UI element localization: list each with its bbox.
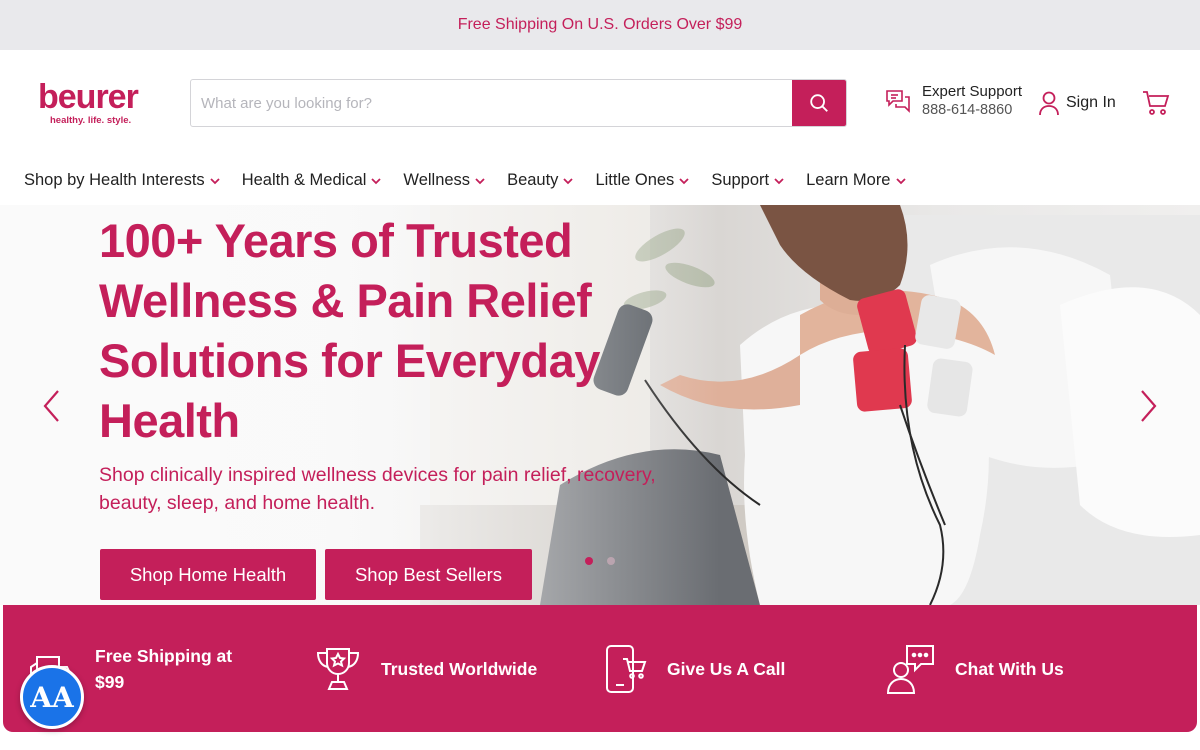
nav-item-label: Health & Medical: [241, 170, 367, 189]
nav-item-label: Beauty: [507, 170, 559, 189]
nav-item-label: Learn More: [806, 170, 891, 189]
hero-title: 100+ Years of Trusted Wellness & Pain Re…: [99, 214, 600, 447]
carousel-dot-2[interactable]: [607, 557, 615, 565]
chevron-left-icon: [43, 390, 59, 422]
chat-person-icon: [886, 644, 934, 694]
search-icon: [810, 94, 828, 112]
cart-button[interactable]: [1142, 90, 1170, 121]
user-icon: [1039, 91, 1059, 116]
sign-in-link[interactable]: Sign In: [1038, 90, 1116, 116]
chat-bubbles-icon: [886, 90, 910, 113]
logo-tagline: healthy. life. style.: [50, 115, 132, 126]
feature-text: Give Us A Call: [667, 658, 786, 679]
phone-cart-icon: [606, 644, 647, 693]
shop-home-health-button[interactable]: Shop Home Health: [100, 549, 316, 600]
chevron-down-icon: [563, 177, 574, 184]
nav-item-health-medical[interactable]: Health & Medical: [242, 171, 382, 190]
hero-subtitle: Shop clinically inspired wellness device…: [99, 464, 656, 514]
chevron-down-icon: [774, 177, 784, 184]
feature-text: Trusted Worldwide: [381, 658, 538, 679]
chevron-down-icon: [679, 177, 689, 184]
nav-item-label: Shop by Health Interests: [24, 170, 205, 189]
accessibility-widget-button[interactable]: AA: [20, 665, 84, 729]
nav-item-beauty[interactable]: Beauty: [507, 170, 574, 190]
accessibility-label: AA: [30, 680, 74, 714]
carousel-dots: [585, 557, 615, 565]
shop-best-sellers-button[interactable]: Shop Best Sellers: [325, 549, 532, 600]
carousel-prev-button[interactable]: [40, 388, 64, 424]
carousel-dot-1[interactable]: [585, 557, 593, 565]
search-button[interactable]: [792, 80, 846, 126]
search-input[interactable]: [191, 80, 792, 126]
chevron-down-icon: [371, 177, 382, 184]
nav-item-label: Little Ones: [595, 170, 675, 189]
site-header: beurer healthy. life. style. Expert Supp…: [0, 50, 1200, 155]
hero-carousel: 100+ Years of Trusted Wellness & Pain Re…: [0, 205, 1200, 605]
nav-item-shop-by-health-interests[interactable]: Shop by Health Interests: [24, 171, 220, 190]
cart-icon: [1143, 91, 1170, 115]
expert-support[interactable]: Expert Support 888-614-8860: [884, 83, 1022, 119]
announcement-text: Free Shipping On U.S. Orders Over $99: [457, 16, 743, 33]
nav-item-label: Wellness: [403, 170, 471, 189]
feature-text: Free Shipping at $99: [95, 645, 233, 692]
chevron-down-icon: [895, 177, 906, 184]
feature-chat-with-us[interactable]: Chat With Us: [885, 605, 1064, 732]
beurer-logo[interactable]: beurer healthy. life. style.: [38, 80, 158, 130]
logo-wordmark: beurer: [38, 78, 139, 116]
main-nav: Shop by Health Interests Health & Medica…: [0, 155, 1200, 205]
announcement-bar: Free Shipping On U.S. Orders Over $99: [0, 0, 1200, 50]
feature-trusted-worldwide: Trusted Worldwide: [313, 605, 537, 732]
feature-label: Free Shipping at $99: [95, 643, 265, 695]
support-title: Expert Support: [922, 83, 1023, 100]
search-bar: [190, 79, 847, 127]
sign-in-label: Sign In: [1066, 94, 1116, 111]
nav-item-support[interactable]: Support: [711, 171, 784, 190]
chevron-right-icon: [1141, 390, 1157, 422]
chevron-down-icon: [475, 177, 485, 184]
feature-text: Chat With Us: [955, 658, 1064, 679]
hero-buttons: Shop Home Health Shop Best Sellers: [100, 549, 532, 600]
trophy-icon: [316, 647, 360, 690]
features-strip: Free Shipping at $99 Trusted Worldwide G…: [3, 605, 1197, 732]
chevron-down-icon: [210, 177, 220, 184]
feature-give-us-a-call[interactable]: Give Us A Call: [603, 605, 785, 732]
nav-item-wellness[interactable]: Wellness: [403, 171, 485, 190]
nav-item-label: Support: [711, 170, 770, 189]
support-phone[interactable]: 888-614-8860: [922, 101, 1022, 119]
nav-item-little-ones[interactable]: Little Ones: [595, 171, 689, 190]
nav-item-learn-more[interactable]: Learn More: [806, 170, 906, 190]
carousel-next-button[interactable]: [1136, 388, 1160, 424]
